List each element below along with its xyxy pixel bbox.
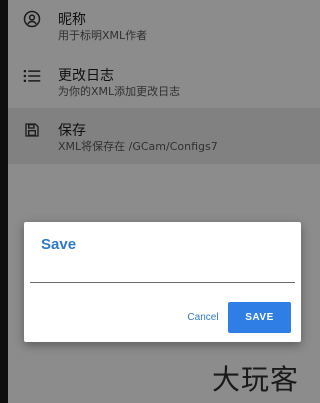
filename-input[interactable] [30, 282, 295, 283]
dialog-title: Save [41, 236, 77, 253]
cancel-button[interactable]: Cancel [182, 306, 224, 328]
watermark-text: 大玩客 [212, 363, 300, 396]
dialog-scrim[interactable] [0, 0, 320, 403]
save-button[interactable]: SAVE [228, 302, 291, 333]
save-dialog: Save Cancel SAVE [24, 222, 301, 342]
